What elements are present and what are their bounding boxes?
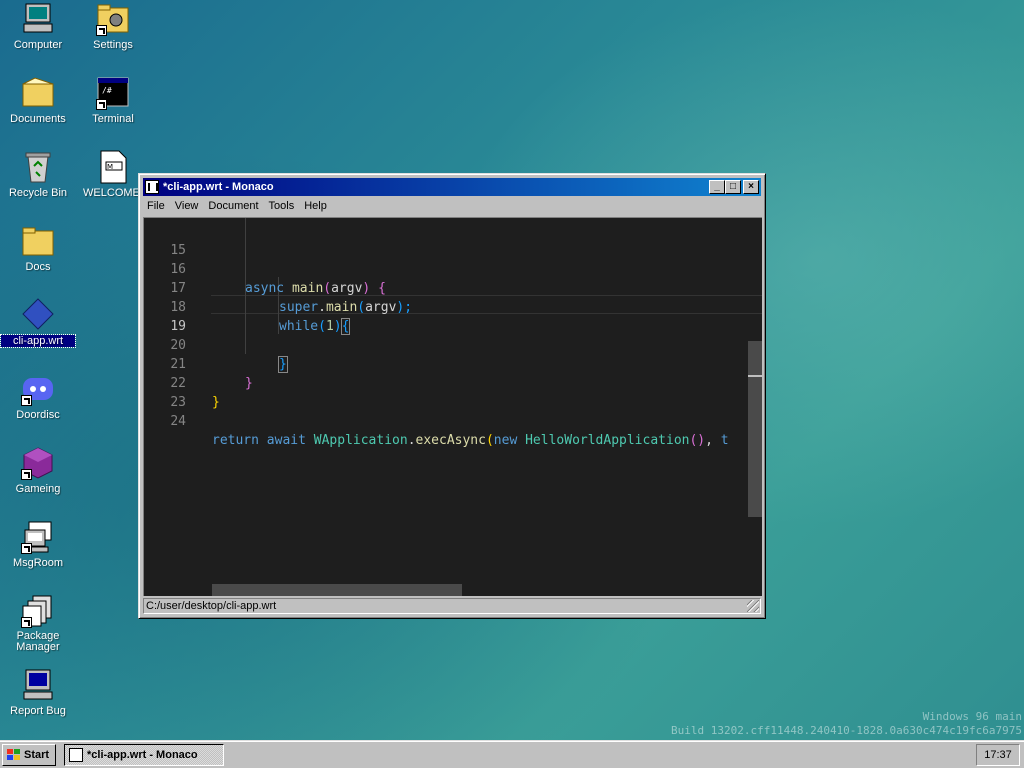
code-line-15: 15 xyxy=(144,222,762,258)
close-button[interactable]: × xyxy=(743,180,759,194)
window-title: *cli-app.wrt - Monaco xyxy=(163,181,274,193)
monaco-app-icon xyxy=(69,748,83,762)
cube-icon xyxy=(21,446,55,480)
svg-text:M: M xyxy=(107,163,113,171)
taskbar: Start *cli-app.wrt - Monaco 17:37 xyxy=(0,740,1024,768)
computer-icon xyxy=(21,2,55,36)
build-watermark: Windows 96 main Build 13202.cff11448.240… xyxy=(671,710,1022,738)
code-line-17: 17 super.main(argv); xyxy=(144,260,762,315)
open-folder-icon xyxy=(21,76,55,110)
document-icon: M xyxy=(96,150,130,184)
horizontal-scrollbar-thumb[interactable] xyxy=(212,584,462,596)
desktop-icon-recycle-bin[interactable]: Recycle Bin xyxy=(1,150,75,199)
start-logo-icon xyxy=(7,748,21,762)
code-line-22: 22 } xyxy=(144,355,762,410)
desktop-icon-label: Doordisc xyxy=(16,409,60,421)
code-line-16: 16 async main(argv) { xyxy=(144,241,762,296)
code-token: await xyxy=(266,433,306,448)
menu-bar: File View Document Tools Help xyxy=(143,197,761,215)
desktop-icon-label: Documents xyxy=(10,113,66,125)
line-number: 24 xyxy=(170,414,186,429)
code-token: WApplication xyxy=(313,433,408,448)
menu-help[interactable]: Help xyxy=(300,200,333,212)
desktop-icon-label: Computer xyxy=(13,39,63,51)
menu-view[interactable]: View xyxy=(171,200,205,212)
chat-app-icon xyxy=(21,372,55,406)
editor-window[interactable]: *cli-app.wrt - Monaco _ □ × File View Do… xyxy=(138,173,766,619)
menu-tools[interactable]: Tools xyxy=(265,200,301,212)
desktop-icon-label: Terminal xyxy=(92,113,134,125)
code-line-21: 21 } xyxy=(144,336,762,391)
settings-folder-icon xyxy=(96,2,130,36)
bug-report-computer-icon xyxy=(21,668,55,702)
desktop-icon-label: Settings xyxy=(93,39,133,51)
window-titlebar[interactable]: *cli-app.wrt - Monaco _ □ × xyxy=(143,178,761,196)
terminal-icon: /# xyxy=(96,76,130,110)
desktop-icon-label: Recycle Bin xyxy=(8,187,68,199)
desktop-icon-label: Report Bug xyxy=(10,705,66,717)
code-token: , xyxy=(705,433,713,448)
resize-grip-icon[interactable] xyxy=(747,600,759,612)
package-icon xyxy=(21,594,55,628)
code-line-19: 19 xyxy=(144,298,762,334)
desktop-icon-label: Package Manager xyxy=(16,630,60,653)
recycle-bin-icon xyxy=(21,150,55,184)
system-tray[interactable]: 17:37 xyxy=(976,744,1020,766)
desktop-icon-doordisc[interactable]: Doordisc xyxy=(1,372,75,421)
diamond-file-icon xyxy=(21,298,55,332)
menu-document[interactable]: Document xyxy=(204,200,264,212)
desktop-icon-msgroom[interactable]: MsgRoom xyxy=(1,520,75,569)
code-token: HelloWorldApplication xyxy=(525,433,690,448)
maximize-button[interactable]: □ xyxy=(725,180,741,194)
desktop-icon-terminal[interactable]: /# Terminal xyxy=(76,76,150,125)
desktop-icon-gameing[interactable]: Gameing xyxy=(1,446,75,495)
desktop-icon-label: Gameing xyxy=(15,483,61,495)
code-line-18: 18 while(1){ xyxy=(144,279,762,335)
folder-icon xyxy=(21,224,55,258)
code-token: t xyxy=(720,433,729,448)
desktop-icon-documents[interactable]: Documents xyxy=(1,76,75,125)
scrollbar-position-marker xyxy=(748,375,762,377)
start-label: Start xyxy=(24,749,50,761)
clock: 17:37 xyxy=(984,749,1012,761)
code-token: return xyxy=(212,433,259,448)
desktop-icon-cli-app[interactable]: cli-app.wrt xyxy=(0,298,76,348)
code-line-23: 23 xyxy=(144,374,762,410)
watermark-os: Windows 96 main xyxy=(922,710,1022,723)
status-path: C:/user/desktop/cli-app.wrt xyxy=(146,600,277,612)
desktop-icon-settings[interactable]: Settings xyxy=(76,2,150,51)
monaco-app-icon xyxy=(145,180,159,194)
code-line-20: 20 } xyxy=(144,317,762,373)
desktop-icon-docs[interactable]: Docs xyxy=(1,224,75,273)
taskbar-item-label: *cli-app.wrt - Monaco xyxy=(87,749,198,761)
status-bar: C:/user/desktop/cli-app.wrt xyxy=(143,598,761,614)
desktop-icon-package-manager[interactable]: Package Manager xyxy=(1,594,75,653)
svg-text:/#: /# xyxy=(102,86,112,95)
message-computer-icon xyxy=(21,520,55,554)
start-button[interactable]: Start xyxy=(2,744,56,766)
desktop-icon-label: Docs xyxy=(25,261,51,273)
desktop-icon-report-bug[interactable]: Report Bug xyxy=(1,668,75,717)
desktop-icon-computer[interactable]: Computer xyxy=(1,2,75,51)
menu-file[interactable]: File xyxy=(143,200,171,212)
code-token: new xyxy=(493,433,518,448)
minimize-button[interactable]: _ xyxy=(709,180,725,194)
desktop-icon-label: MsgRoom xyxy=(12,557,64,569)
desktop-icon-label: cli-app.wrt xyxy=(0,334,76,348)
watermark-build: Build 13202.cff11448.240410-1828.0a630c4… xyxy=(671,724,1022,737)
code-line-24: 24 return await WApplication.execAsync(n… xyxy=(144,393,762,448)
code-token: () xyxy=(689,433,706,448)
vertical-scrollbar-thumb[interactable] xyxy=(748,341,762,517)
code-token: . xyxy=(407,433,416,448)
taskbar-item-monaco[interactable]: *cli-app.wrt - Monaco xyxy=(64,744,224,766)
code-token: execAsync xyxy=(415,433,486,448)
code-token: ( xyxy=(485,433,494,448)
code-editor[interactable]: 15 16 async main(argv) { 17 super.main(a… xyxy=(143,217,762,596)
